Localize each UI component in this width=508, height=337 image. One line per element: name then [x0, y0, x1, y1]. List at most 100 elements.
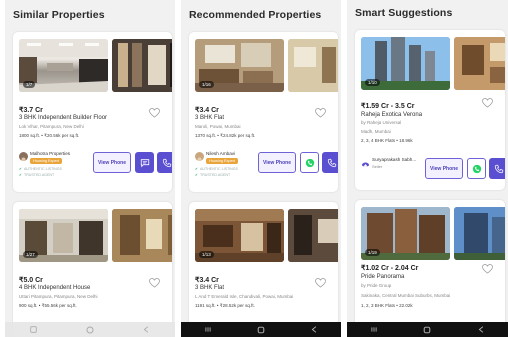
view-phone-button[interactable]: View Phone — [93, 152, 131, 173]
nav-back-icon[interactable] — [477, 326, 485, 334]
section-title: Similar Properties — [13, 9, 105, 21]
system-nav-bar — [347, 322, 508, 337]
screenshot-collage: Similar Properties 1/7 ₹3.7 Cr 3 BHK Ind… — [0, 0, 508, 337]
project-photo[interactable]: 1/19 — [361, 207, 450, 260]
heart-outline-icon[interactable] — [149, 108, 160, 118]
project-card[interactable]: 1/19 ₹1.02 Cr - 2.04 Cr Pride Panorama b… — [355, 200, 505, 335]
nav-home-icon[interactable] — [423, 326, 431, 334]
heart-outline-icon[interactable] — [315, 108, 326, 118]
property-price: ₹3.7 Cr — [19, 107, 43, 114]
whatsapp-icon — [305, 158, 314, 167]
system-nav-bar — [5, 322, 175, 337]
seller-avatar — [19, 152, 28, 161]
photo-count-badge: 1/13 — [199, 251, 214, 258]
property-card[interactable]: 1/7 ₹3.7 Cr 3 BHK Independent Builder Fl… — [13, 32, 172, 192]
property-location: Maroli, Powai, Mumbai — [195, 124, 241, 129]
project-developer: by Pride Group — [361, 283, 392, 288]
photo-count-badge: 1/7 — [23, 81, 36, 88]
seller-name: Nilesh Ambavi — [206, 151, 236, 156]
photo-count-badge: 1/19 — [365, 249, 380, 256]
chat-icon — [140, 158, 149, 167]
call-button[interactable] — [322, 152, 338, 173]
section-title: Smart Suggestions — [355, 7, 453, 19]
project-price-range: ₹1.02 Cr - 2.04 Cr — [361, 265, 419, 272]
phone-icon — [327, 158, 336, 167]
authentic-listings-tag: ✔ AUTHENTIC LISTINGS — [19, 167, 62, 171]
nav-home-icon[interactable] — [257, 326, 265, 334]
project-price-range: ₹1.59 Cr - 3.5 Cr — [361, 103, 415, 110]
property-title[interactable]: 4 BHK Independent House — [19, 285, 90, 291]
seller-info: Malhotra Properties Housing Expert ✔ AUTH… — [19, 148, 95, 188]
check-icon: ✔ — [195, 167, 199, 171]
heart-outline-icon[interactable] — [482, 98, 493, 108]
seller-name: Suryaprakash Sabh... — [372, 157, 417, 162]
seller-avatar — [361, 158, 370, 167]
property-photo[interactable] — [112, 209, 172, 262]
property-price: ₹5.0 Cr — [19, 277, 43, 284]
property-photo[interactable] — [288, 39, 338, 92]
property-title[interactable]: 3 BHK Flat — [195, 115, 224, 121]
recommended-properties-screen: Recommended Properties 1/16 ₹3.4 Cr 3 BH… — [181, 0, 341, 337]
view-phone-button[interactable]: View Phone — [425, 158, 463, 179]
property-title[interactable]: 3 BHK Independent Builder Floor — [19, 115, 107, 121]
view-phone-button[interactable]: View Phone — [258, 152, 296, 173]
nav-recents-icon[interactable] — [29, 326, 37, 334]
heart-outline-icon[interactable] — [482, 264, 493, 274]
trusted-agent-tag: ✔ TRUSTED AGENT — [195, 173, 231, 177]
property-card[interactable]: 1/16 ₹3.4 Cr 3 BHK Flat Maroli, Powai, M… — [189, 32, 338, 192]
project-config-rate: 1, 2, 3 BHK Flats • 22.02k — [361, 303, 413, 308]
project-title[interactable]: Pride Panorama — [361, 274, 404, 280]
seller-role: Seller — [372, 164, 383, 169]
property-area-rate: 1800 sq.ft. • ₹20.56k per sq.ft. — [19, 133, 80, 138]
property-photo[interactable] — [112, 39, 172, 92]
chat-button[interactable] — [135, 152, 154, 173]
project-photo[interactable] — [454, 207, 505, 260]
check-icon: ✔ — [195, 173, 199, 177]
phone-icon — [494, 164, 503, 173]
project-photo[interactable] — [454, 37, 505, 90]
nav-back-icon[interactable] — [310, 326, 318, 334]
property-location: Uttari Pitampura, Pitampura, New Delhi — [19, 294, 98, 299]
nav-back-icon[interactable] — [143, 326, 151, 334]
seller-name: Malhotra Properties — [30, 151, 71, 156]
property-photo[interactable]: 1/7 — [19, 39, 108, 92]
check-icon: ✔ — [19, 167, 23, 171]
check-icon: ✔ — [19, 173, 23, 177]
nav-recents-icon[interactable] — [370, 326, 378, 334]
property-location: Lok Vihar, Pitampura, New Delhi — [19, 124, 84, 129]
project-location: Sakinaka, Central Mumbai Suburbs, Mumbai — [361, 293, 451, 298]
heart-outline-icon[interactable] — [315, 278, 326, 288]
project-photo[interactable]: 1/10 — [361, 37, 450, 90]
property-price: ₹3.4 Cr — [195, 277, 219, 284]
property-area-rate: 1191 sq.ft. • ₹28.52k per sq.ft. — [195, 303, 255, 308]
property-photo[interactable]: 1/13 — [195, 209, 284, 262]
property-price: ₹3.4 Cr — [195, 107, 219, 114]
trusted-agent-tag: ✔ TRUSTED AGENT — [19, 173, 55, 177]
heart-outline-icon[interactable] — [149, 278, 160, 288]
nav-recents-icon[interactable] — [204, 326, 212, 334]
call-button[interactable] — [489, 158, 505, 179]
property-area-rate: 900 sq.ft. • ₹55.56k per sq.ft. — [19, 303, 77, 308]
property-card[interactable]: 1/13 ₹3.4 Cr 3 BHK Flat L And T Emerald … — [189, 202, 338, 337]
property-photo[interactable]: 1/16 — [195, 39, 284, 92]
project-title[interactable]: Raheja Exotica Verona — [361, 112, 422, 118]
call-button[interactable] — [157, 152, 172, 173]
project-card[interactable]: 1/10 ₹1.59 Cr - 3.5 Cr Raheja Exotica Ve… — [355, 30, 505, 190]
housing-expert-badge: Housing Expert — [30, 158, 62, 164]
section-title: Recommended Properties — [189, 9, 322, 21]
property-title[interactable]: 3 BHK Flat — [195, 285, 224, 291]
phone-icon — [162, 158, 171, 167]
property-area-rate: 1370 sq.ft. • ₹24.82k per sq.ft. — [195, 133, 256, 138]
photo-count-badge: 1/27 — [23, 251, 38, 258]
property-location: L And T Emerald Isle, Chandivali, Powai,… — [195, 294, 294, 299]
property-photo[interactable]: 1/27 — [19, 209, 108, 262]
housing-expert-badge: Housing Expert — [206, 158, 238, 164]
whatsapp-button[interactable] — [467, 158, 486, 179]
property-card[interactable]: 1/27 ₹5.0 Cr 4 BHK Independent House Utt… — [13, 202, 172, 337]
system-nav-bar — [181, 322, 341, 337]
property-photo[interactable] — [288, 209, 338, 262]
whatsapp-button[interactable] — [300, 152, 319, 173]
nav-home-icon[interactable] — [86, 325, 94, 334]
similar-properties-screen: Similar Properties 1/7 ₹3.7 Cr 3 BHK Ind… — [5, 0, 175, 337]
seller-avatar — [195, 152, 204, 161]
